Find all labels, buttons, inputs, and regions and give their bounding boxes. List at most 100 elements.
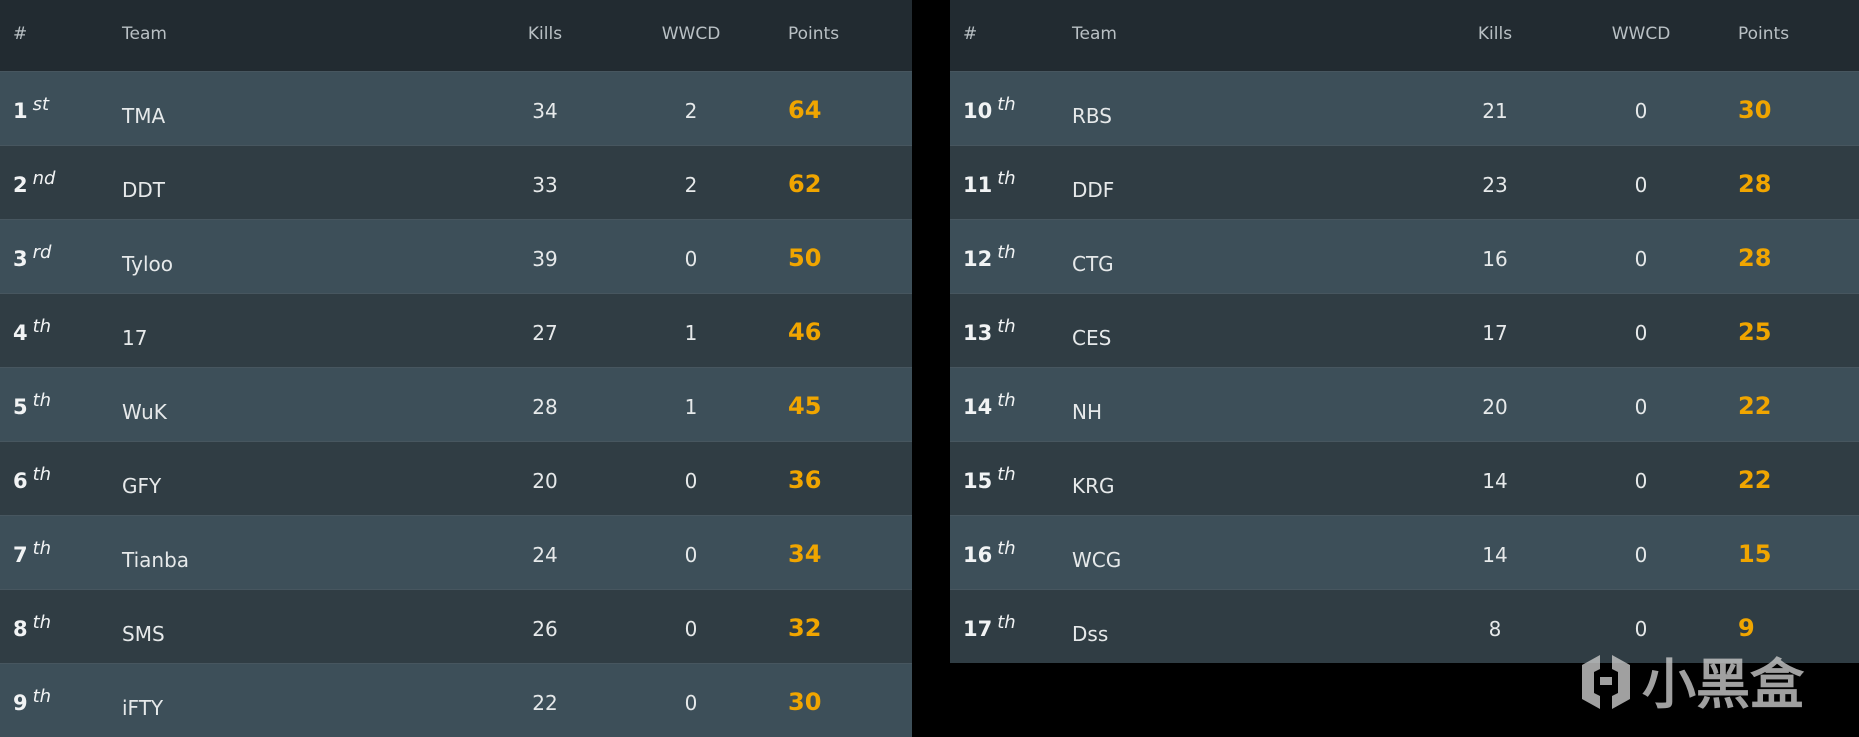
rank-suffix: th <box>32 390 52 411</box>
rank-number: 4 <box>13 321 28 345</box>
rank-cell: 11th <box>963 168 1016 197</box>
table-row: 13th CES 17 0 25 <box>950 293 1859 367</box>
points-cell: 62 <box>788 170 822 198</box>
wwcd-cell: 2 <box>684 173 698 197</box>
points-cell: 34 <box>788 540 822 568</box>
table-row: 7th Tianba 24 0 34 <box>0 515 912 589</box>
table-header: # Team Kills WWCD Points <box>0 0 912 71</box>
standings-table-right: # Team Kills WWCD Points 10th RBS 21 0 30 11 t… <box>950 0 1859 663</box>
kills-cell: 8 <box>1488 617 1502 641</box>
kills-cell: 33 <box>532 173 558 197</box>
points-cell: 50 <box>788 244 822 272</box>
team-name: 17 <box>122 326 148 350</box>
rank-cell: 7th <box>13 538 51 567</box>
team-name: KRG <box>1072 474 1115 498</box>
rank-suffix: rd <box>32 242 52 263</box>
rank-suffix: th <box>997 242 1016 263</box>
wwcd-cell: 0 <box>1634 173 1648 197</box>
kills-cell: 21 <box>1482 99 1508 123</box>
rank-suffix: th <box>997 168 1016 189</box>
rank-suffix: st <box>32 94 50 115</box>
points-cell: 32 <box>788 614 822 642</box>
kills-cell: 16 <box>1482 247 1508 271</box>
rank-cell: 13th <box>963 316 1016 345</box>
kills-cell: 39 <box>532 247 558 271</box>
header-points: Points <box>788 24 840 44</box>
kills-cell: 17 <box>1482 321 1508 345</box>
rank-cell: 9th <box>13 686 51 715</box>
rank-number: 7 <box>13 543 28 567</box>
table-body: 10th RBS 21 0 30 11th DDF 23 0 28 12th CTG 16 0 28 13th… <box>950 71 1859 663</box>
team-name: Tyloo <box>122 252 173 276</box>
team-name: WuK <box>122 400 167 424</box>
points-cell: 22 <box>1738 392 1772 420</box>
rank-number: 11 <box>963 173 993 197</box>
team-name: WCG <box>1072 548 1122 572</box>
team-name: iFTY <box>122 696 164 720</box>
rank-suffix: th <box>997 94 1016 115</box>
table-header: # Team Kills WWCD Points <box>950 0 1859 71</box>
kills-cell: 22 <box>532 691 558 715</box>
rank-number: 6 <box>13 469 28 493</box>
wwcd-cell: 0 <box>684 617 698 641</box>
header-team: Team <box>1072 24 1117 44</box>
table-row: 10th RBS 21 0 30 <box>950 71 1859 145</box>
header-rank: # <box>13 24 28 44</box>
wwcd-cell: 0 <box>1634 617 1648 641</box>
rank-cell: 8th <box>13 612 51 641</box>
header-kills: Kills <box>527 24 563 44</box>
header-rank: # <box>963 24 978 44</box>
wwcd-cell: 0 <box>1634 99 1648 123</box>
rank-suffix: th <box>997 316 1016 337</box>
rank-cell: 14th <box>963 390 1016 419</box>
rank-suffix: th <box>32 686 52 707</box>
table-row: 8th SMS 26 0 32 <box>0 589 912 663</box>
points-cell: 46 <box>788 318 822 346</box>
rank-cell: 12th <box>963 242 1016 271</box>
wwcd-cell: 0 <box>684 247 698 271</box>
table-row: 12th CTG 16 0 28 <box>950 219 1859 293</box>
table-row: 6th GFY 20 0 36 <box>0 441 912 515</box>
rank-number: 16 <box>963 543 993 567</box>
kills-cell: 20 <box>1482 395 1508 419</box>
team-name: DDT <box>122 178 166 202</box>
rank-number: 5 <box>13 395 28 419</box>
rank-cell: 17th <box>963 612 1016 641</box>
kills-cell: 20 <box>532 469 558 493</box>
wwcd-cell: 0 <box>1634 321 1648 345</box>
points-cell: 30 <box>1738 96 1772 124</box>
rank-suffix: th <box>997 538 1016 559</box>
kills-cell: 34 <box>532 99 558 123</box>
team-name: CTG <box>1072 252 1114 276</box>
wwcd-cell: 0 <box>684 543 698 567</box>
rank-cell: 6th <box>13 464 51 493</box>
rank-cell: 16th <box>963 538 1016 567</box>
points-cell: 25 <box>1738 318 1772 346</box>
points-cell: 64 <box>788 96 822 124</box>
rank-suffix: th <box>997 390 1016 411</box>
header-wwcd: WWCD <box>661 24 721 44</box>
rank-cell: 5th <box>13 390 51 419</box>
header-wwcd: WWCD <box>1611 24 1671 44</box>
rank-cell: 2nd <box>13 168 55 197</box>
kills-cell: 24 <box>532 543 558 567</box>
header-points: Points <box>1738 24 1790 44</box>
team-name: Tianba <box>122 548 190 572</box>
points-cell: 28 <box>1738 244 1772 272</box>
team-name: CES <box>1072 326 1112 350</box>
rank-suffix: th <box>997 612 1016 633</box>
rank-number: 1 <box>13 99 28 123</box>
points-cell: 22 <box>1738 466 1772 494</box>
rank-number: 14 <box>963 395 993 419</box>
rank-number: 2 <box>13 173 28 197</box>
rank-suffix: th <box>32 612 52 633</box>
table-row: 4th 17 27 1 46 <box>0 293 912 367</box>
rank-cell: 3rd <box>13 242 51 271</box>
rank-suffix: nd <box>32 168 56 189</box>
team-name: RBS <box>1072 104 1112 128</box>
points-cell: 15 <box>1738 540 1772 568</box>
kills-cell: 26 <box>532 617 558 641</box>
rank-suffix: th <box>32 464 52 485</box>
points-cell: 36 <box>788 466 822 494</box>
kills-cell: 14 <box>1482 469 1508 493</box>
